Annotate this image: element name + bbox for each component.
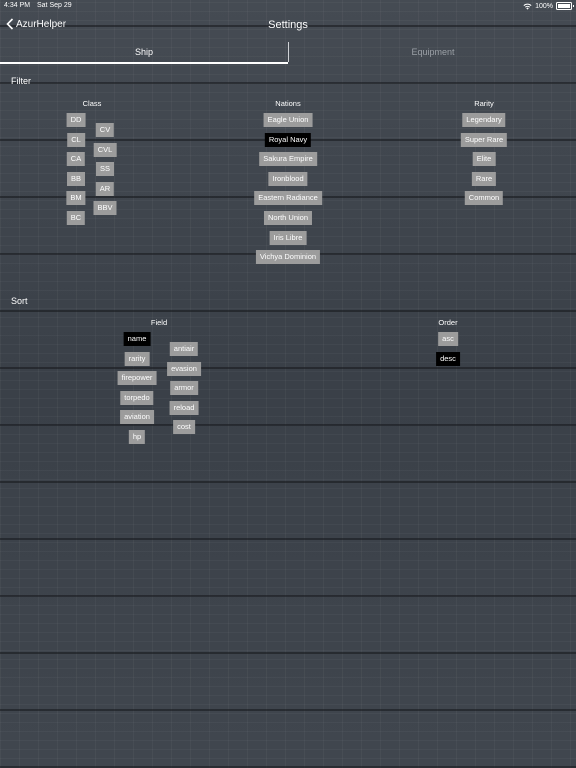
field-column-title: Field bbox=[150, 318, 168, 327]
class-option-ca[interactable]: CA bbox=[66, 152, 86, 167]
class-option-dd[interactable]: DD bbox=[66, 113, 86, 127]
sort-field-option-evasion[interactable]: evasion bbox=[167, 361, 201, 376]
class-option-bb[interactable]: BB bbox=[66, 171, 86, 186]
tab-equipment[interactable]: Equipment bbox=[288, 42, 576, 62]
sort-field-option-armor[interactable]: armor bbox=[170, 381, 198, 396]
rarity-option-elite[interactable]: Elite bbox=[472, 152, 496, 167]
nation-option-north-union[interactable]: North Union bbox=[263, 211, 313, 225]
order-column-title: Order bbox=[438, 318, 458, 327]
class-option-cv[interactable]: CV bbox=[95, 123, 115, 137]
sort-field-option-antiair[interactable]: antiair bbox=[169, 342, 199, 356]
sort-order-option-desc[interactable]: desc bbox=[436, 351, 460, 366]
rarity-option-rare[interactable]: Rare bbox=[471, 171, 497, 186]
tab-ship[interactable]: Ship bbox=[0, 42, 288, 64]
status-right: 100% bbox=[523, 2, 574, 10]
class-option-bm[interactable]: BM bbox=[66, 191, 86, 206]
sort-order-option-asc[interactable]: asc bbox=[438, 332, 458, 346]
rarity-option-super-rare[interactable]: Super Rare bbox=[460, 132, 508, 147]
sort-field-option-firepower[interactable]: firepower bbox=[117, 371, 157, 386]
nation-option-ironblood[interactable]: Ironblood bbox=[268, 171, 308, 186]
class-option-bc[interactable]: BC bbox=[66, 211, 86, 225]
page-title: Settings bbox=[268, 19, 308, 31]
status-date: Sat Sep 29 bbox=[37, 2, 72, 9]
class-option-bbv[interactable]: BBV bbox=[93, 201, 117, 216]
sort-field-option-hp[interactable]: hp bbox=[128, 430, 146, 444]
nation-option-sakura-empire[interactable]: Sakura Empire bbox=[259, 152, 317, 167]
battery-percent: 100% bbox=[535, 2, 553, 10]
filter-heading: Filter bbox=[11, 76, 31, 86]
sort-field-option-aviation[interactable]: aviation bbox=[120, 410, 154, 425]
class-option-ss[interactable]: SS bbox=[95, 162, 115, 177]
sort-field-option-cost[interactable]: cost bbox=[173, 420, 195, 435]
status-bar: 4:34 PM Sat Sep 29 100% bbox=[0, 0, 576, 12]
nation-option-royal-navy[interactable]: Royal Navy bbox=[264, 132, 312, 147]
wifi-icon bbox=[523, 3, 532, 10]
nations-column-title: Nations bbox=[275, 99, 301, 108]
nation-option-iris-libre[interactable]: Iris Libre bbox=[269, 230, 307, 245]
navigation-bar: AzurHelper Settings bbox=[0, 12, 576, 40]
nation-option-vichya-dominion[interactable]: Vichya Dominion bbox=[255, 250, 321, 265]
rarity-column-title: Rarity bbox=[474, 99, 494, 108]
nation-option-eagle-union[interactable]: Eagle Union bbox=[263, 113, 313, 127]
class-option-cl[interactable]: CL bbox=[67, 132, 85, 147]
tab-bar: Ship Equipment bbox=[0, 42, 576, 66]
rarity-option-legendary[interactable]: Legendary bbox=[462, 113, 506, 127]
class-option-cvl[interactable]: CVL bbox=[93, 142, 117, 157]
class-column-title: Class bbox=[82, 99, 102, 108]
sort-field-option-reload[interactable]: reload bbox=[169, 400, 199, 415]
class-option-ar[interactable]: AR bbox=[95, 181, 115, 196]
status-time: 4:34 PM bbox=[4, 2, 31, 9]
sort-field-option-name[interactable]: name bbox=[123, 332, 151, 346]
sort-field-option-torpedo[interactable]: torpedo bbox=[120, 390, 154, 405]
sort-heading: Sort bbox=[11, 296, 28, 306]
sort-field-option-rarity[interactable]: rarity bbox=[124, 351, 150, 366]
battery-icon bbox=[556, 2, 574, 10]
nation-option-eastern-radiance[interactable]: Eastern Radiance bbox=[254, 191, 322, 206]
rarity-option-common[interactable]: Common bbox=[464, 191, 504, 206]
